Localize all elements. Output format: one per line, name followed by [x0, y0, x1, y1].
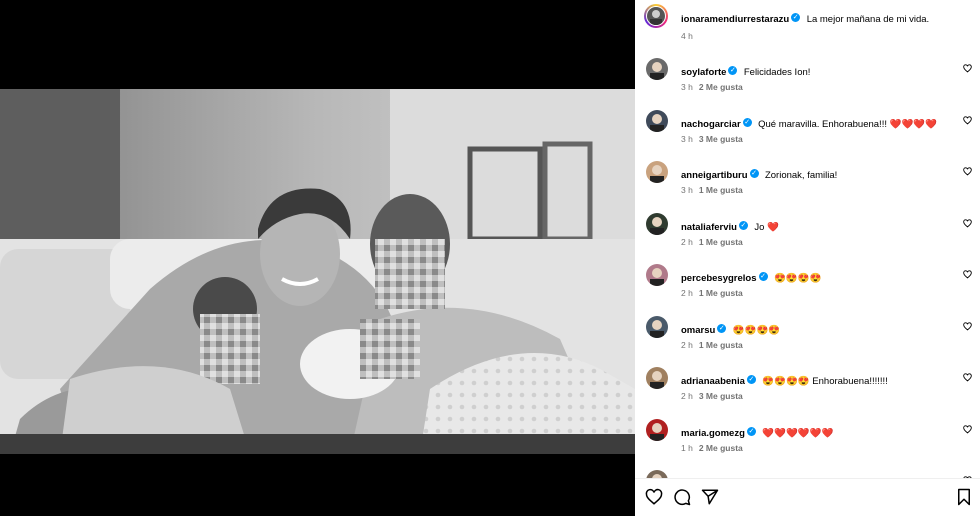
bookmark-icon[interactable]: [955, 488, 973, 506]
comment-time: 3 h: [681, 82, 693, 92]
comment-text: 😍😍😍😍: [732, 324, 781, 336]
commenter-avatar[interactable]: [646, 418, 668, 441]
post-media[interactable]: [0, 0, 635, 516]
verified-badge-icon: ✓: [728, 66, 738, 76]
comment-item: nachogarciar ✓ Qué maravilla. Enhorabuena…: [635, 108, 980, 158]
send-icon[interactable]: [701, 488, 719, 506]
avatar-icon: [646, 109, 668, 132]
commenter-username[interactable]: anneigartiburu: [681, 170, 748, 181]
comment-item: adrianaabenia ✓ 😍😍😍😍 Enhorabuena!!!!!!! 2 …: [635, 365, 980, 415]
avatar-icon: [647, 7, 665, 25]
comment-time: 1 h: [681, 442, 693, 453]
verified-badge-icon: ✓: [738, 220, 748, 230]
verified-badge-icon: ✓: [746, 375, 756, 385]
verified-badge-icon: ✓: [791, 13, 801, 23]
commenter-avatar[interactable]: [646, 109, 668, 132]
comment-likes[interactable]: 2 Me gusta: [699, 82, 743, 92]
commenter-username[interactable]: omarsu: [681, 325, 715, 336]
comment-likes[interactable]: 1 Me gusta: [699, 237, 743, 247]
comment-time: 2 h: [681, 391, 693, 401]
avatar-icon: [646, 161, 668, 183]
comment-text: Felicidades Ion!: [743, 67, 811, 78]
commenter-avatar[interactable]: [646, 212, 668, 235]
avatar-icon: [646, 367, 668, 389]
comment-icon[interactable]: [673, 488, 691, 506]
comment-time: 2 h: [681, 339, 693, 350]
comment-heart-icon[interactable]: [963, 64, 972, 73]
verified-badge-icon: ✓: [758, 272, 768, 282]
comment-item: percebesygrelos ✓ 😍😍😍😍 2 h 1 Me gusta: [635, 262, 980, 312]
avatar-icon: [646, 315, 668, 338]
comment-time: 3 h: [681, 133, 693, 144]
comment-time: 2 h: [681, 236, 693, 247]
commenter-avatar[interactable]: [646, 264, 668, 286]
post-caption: La mejor mañana de mi vida.: [806, 14, 930, 25]
commenter-username[interactable]: adrianaabenia: [681, 376, 745, 387]
commenter-avatar[interactable]: [646, 161, 668, 183]
avatar-icon: [646, 264, 668, 286]
commenter-username[interactable]: soylaforte: [681, 67, 726, 78]
comment-likes[interactable]: 1 Me gusta: [699, 340, 743, 350]
comment-text: Qué maravilla. Enhorabuena!!! ❤️❤️❤️❤️: [758, 118, 937, 130]
comment-text: 😍😍😍😍: [773, 273, 822, 284]
avatar-icon: [646, 418, 668, 441]
comment-likes[interactable]: 1 Me gusta: [699, 288, 743, 298]
comment-text: 😍😍😍😍 Enhorabuena!!!!!!!: [762, 376, 888, 387]
comment-heart-icon[interactable]: [963, 270, 972, 279]
comment-likes[interactable]: 3 Me gusta: [699, 391, 743, 401]
comment-heart-icon[interactable]: [963, 321, 972, 331]
comment-item: soylaforte ✓ Felicidades Ion! 3 h 2 Me gust…: [635, 56, 980, 106]
comment-likes[interactable]: 3 Me gusta: [699, 134, 743, 144]
author-username[interactable]: ionaramendiurrestarazu: [681, 14, 789, 25]
comments-panel: ionaramendiurrestarazu ✓ La mejor mañana …: [635, 0, 980, 516]
comment-heart-icon[interactable]: [963, 373, 972, 382]
comment-item: anneigartiburu ✓ Zorionak, familia! 3 h 1 M…: [635, 159, 980, 209]
post-photo: [0, 89, 635, 454]
avatar-icon: [646, 58, 668, 80]
commenter-username[interactable]: maria.gomezg: [681, 428, 745, 439]
commenter-username[interactable]: nataliaferviu: [681, 222, 737, 233]
verified-badge-icon: ✓: [746, 426, 756, 436]
post-header: ionaramendiurrestarazu ✓ La mejor mañana …: [635, 0, 980, 52]
comment-time: 3 h: [681, 185, 693, 195]
commenter-avatar[interactable]: [646, 58, 668, 80]
comment-heart-icon[interactable]: [963, 115, 972, 125]
verified-badge-icon: ✓: [717, 323, 727, 333]
comment-time: 2 h: [681, 288, 693, 298]
commenter-username[interactable]: percebesygrelos: [681, 273, 757, 284]
heart-icon[interactable]: [645, 488, 663, 506]
commenter-avatar[interactable]: [646, 315, 668, 338]
verified-badge-icon: ✓: [749, 169, 759, 179]
comment-item: omarsu ✓ 😍😍😍😍 2 h 1 Me gusta: [635, 314, 980, 364]
comment-item: nataliaferviu ✓ Jo ❤️ 2 h 1 Me gusta: [635, 211, 980, 261]
comment-heart-icon[interactable]: [963, 167, 972, 176]
post-time: 4 h: [681, 31, 693, 41]
verified-badge-icon: ✓: [742, 117, 752, 127]
commenter-avatar[interactable]: [646, 367, 668, 389]
action-bar: [635, 478, 980, 516]
comment-text: Jo ❤️: [754, 221, 779, 233]
commenter-username[interactable]: nachogarciar: [681, 119, 741, 130]
comment-heart-icon[interactable]: [963, 218, 972, 228]
comment-likes[interactable]: 1 Me gusta: [699, 185, 743, 195]
avatar-icon: [646, 212, 668, 235]
author-avatar[interactable]: [644, 4, 668, 28]
comment-text: ❤️❤️❤️❤️❤️❤️: [762, 427, 834, 439]
comment-item: maria.gomezg ✓ ❤️❤️❤️❤️❤️❤️ 1 h 2 Me gusta: [635, 417, 980, 467]
comment-likes[interactable]: 2 Me gusta: [699, 443, 743, 453]
comment-heart-icon[interactable]: [963, 424, 972, 434]
comment-text: Zorionak, familia!: [764, 170, 838, 181]
